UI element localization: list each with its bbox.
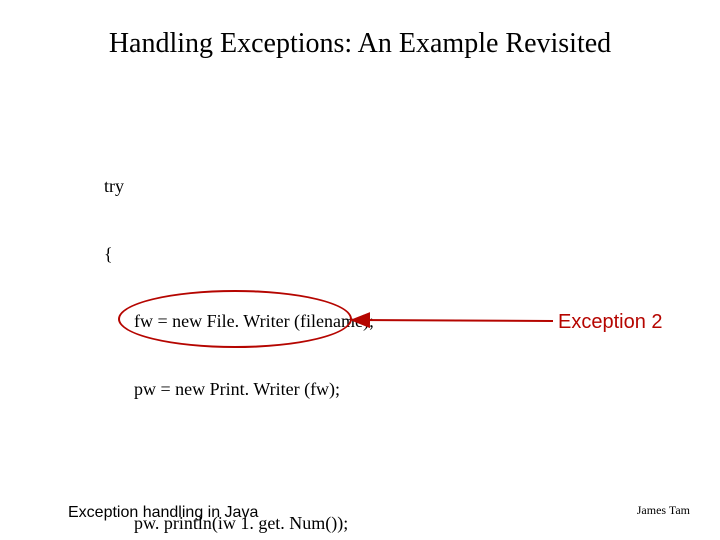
footer-left: Exception handling in Java [68,504,258,522]
code-line: pw = new Print. Writer (fw); [134,378,559,401]
callout-label: Exception 2 [558,311,663,334]
code-line: { [104,243,559,266]
code-line: fw = new File. Writer (filename); [134,310,559,333]
blank-line [104,445,559,467]
footer-right: James Tam [637,503,690,518]
slide: Handling Exceptions: An Example Revisite… [0,0,720,540]
code-line: try [104,175,559,198]
slide-title: Handling Exceptions: An Example Revisite… [0,28,720,60]
code-block: try { fw = new File. Writer (filename); … [104,130,559,540]
